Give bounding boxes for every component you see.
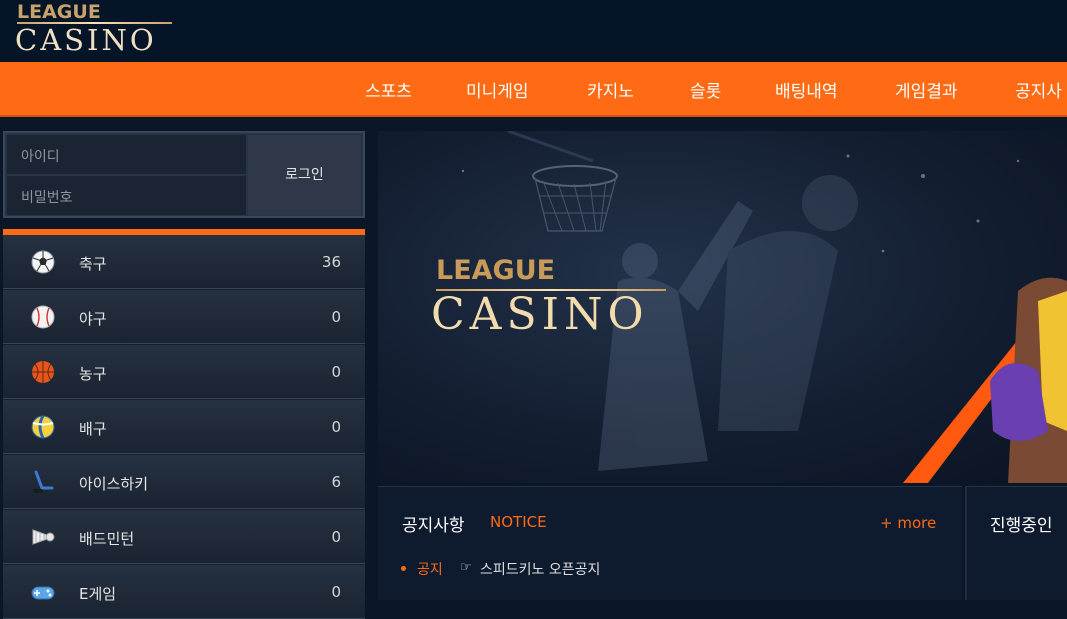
sport-name: 배구	[79, 420, 107, 438]
top-bar: LEAGUE CASINO	[0, 0, 1067, 62]
volleyball-icon	[31, 415, 55, 439]
sports-list: 축구 36 야구 0 농구 0 배구 0 아이스하키 6 배드민턴 0 E게임 …	[3, 235, 365, 619]
sport-count: 0	[331, 418, 341, 436]
sport-count: 0	[331, 528, 341, 546]
sport-item-badminton[interactable]: 배드민턴 0	[3, 510, 365, 564]
logo-bottom-text: CASINO	[15, 23, 157, 57]
sport-item-icehockey[interactable]: 아이스하키 6	[3, 455, 365, 509]
notice-title-en: NOTICE	[490, 513, 547, 531]
sport-name: 배드민턴	[79, 530, 135, 548]
sport-item-basketball[interactable]: 농구 0	[3, 345, 365, 399]
login-button[interactable]: 로그인	[248, 135, 361, 215]
nav-item-slot[interactable]: 슬롯	[690, 77, 721, 102]
sport-name: 농구	[79, 365, 107, 383]
banner-logo-bottom: CASINO	[431, 289, 649, 340]
nav-item-bet-history[interactable]: 배팅내역	[775, 77, 838, 102]
sport-item-volleyball[interactable]: 배구 0	[3, 400, 365, 454]
gamepad-icon	[31, 586, 55, 600]
main-nav: 스포츠 미니게임 카지노 슬롯 배팅내역 게임결과 공지사	[0, 62, 1067, 117]
sport-name: 아이스하키	[79, 475, 149, 493]
username-field[interactable]: 아이디	[7, 135, 246, 174]
sport-item-soccer[interactable]: 축구 36	[3, 235, 365, 289]
shuttlecock-icon	[32, 529, 55, 545]
basketball-hoop-graphic	[507, 131, 618, 232]
hero-banner[interactable]: LEAGUE CASINO	[378, 131, 1067, 483]
notice-item-text[interactable]: 스피드키노 오픈공지	[480, 559, 600, 579]
nav-item-minigame[interactable]: 미니게임	[466, 77, 529, 102]
basketball-player-graphic	[990, 277, 1067, 483]
nav-item-sports[interactable]: 스포츠	[365, 77, 412, 102]
sport-count: 6	[331, 473, 341, 491]
notice-panel: 공지사항 NOTICE + more 공지 ☞ 스피드키노 오픈공지	[378, 486, 962, 600]
notice-tag[interactable]: 공지	[417, 559, 443, 579]
sport-count: 0	[331, 308, 341, 326]
logo-top-text: LEAGUE	[17, 1, 101, 23]
sport-item-baseball[interactable]: 야구 0	[3, 290, 365, 344]
sport-name: E게임	[79, 585, 117, 603]
nav-item-casino[interactable]: 카지노	[587, 77, 634, 102]
site-logo[interactable]: LEAGUE CASINO	[15, 0, 185, 60]
banner-logo-top: LEAGUE	[436, 255, 556, 286]
baseball-icon	[31, 305, 55, 329]
sport-name: 축구	[79, 255, 107, 273]
login-box: 아이디 비밀번호 로그인	[3, 131, 365, 218]
soccer-ball-icon	[31, 250, 55, 274]
basketball-icon	[32, 361, 54, 383]
hockey-icon	[33, 470, 54, 493]
in-progress-panel: 진행중인	[965, 486, 1067, 600]
bullet-icon	[401, 566, 406, 571]
sport-item-egame[interactable]: E게임 0	[3, 565, 365, 619]
in-progress-title: 진행중인	[990, 516, 1053, 536]
sport-count: 0	[331, 583, 341, 601]
password-field[interactable]: 비밀번호	[7, 176, 246, 215]
sport-count: 0	[331, 363, 341, 381]
notice-more-link[interactable]: + more	[880, 514, 936, 532]
notice-title: 공지사항	[402, 516, 465, 536]
sport-count: 36	[321, 253, 341, 271]
nav-item-game-results[interactable]: 게임결과	[895, 77, 958, 102]
nav-item-notice[interactable]: 공지사	[1015, 77, 1062, 102]
pointing-hand-icon: ☞	[460, 560, 472, 575]
sport-name: 야구	[79, 310, 107, 328]
